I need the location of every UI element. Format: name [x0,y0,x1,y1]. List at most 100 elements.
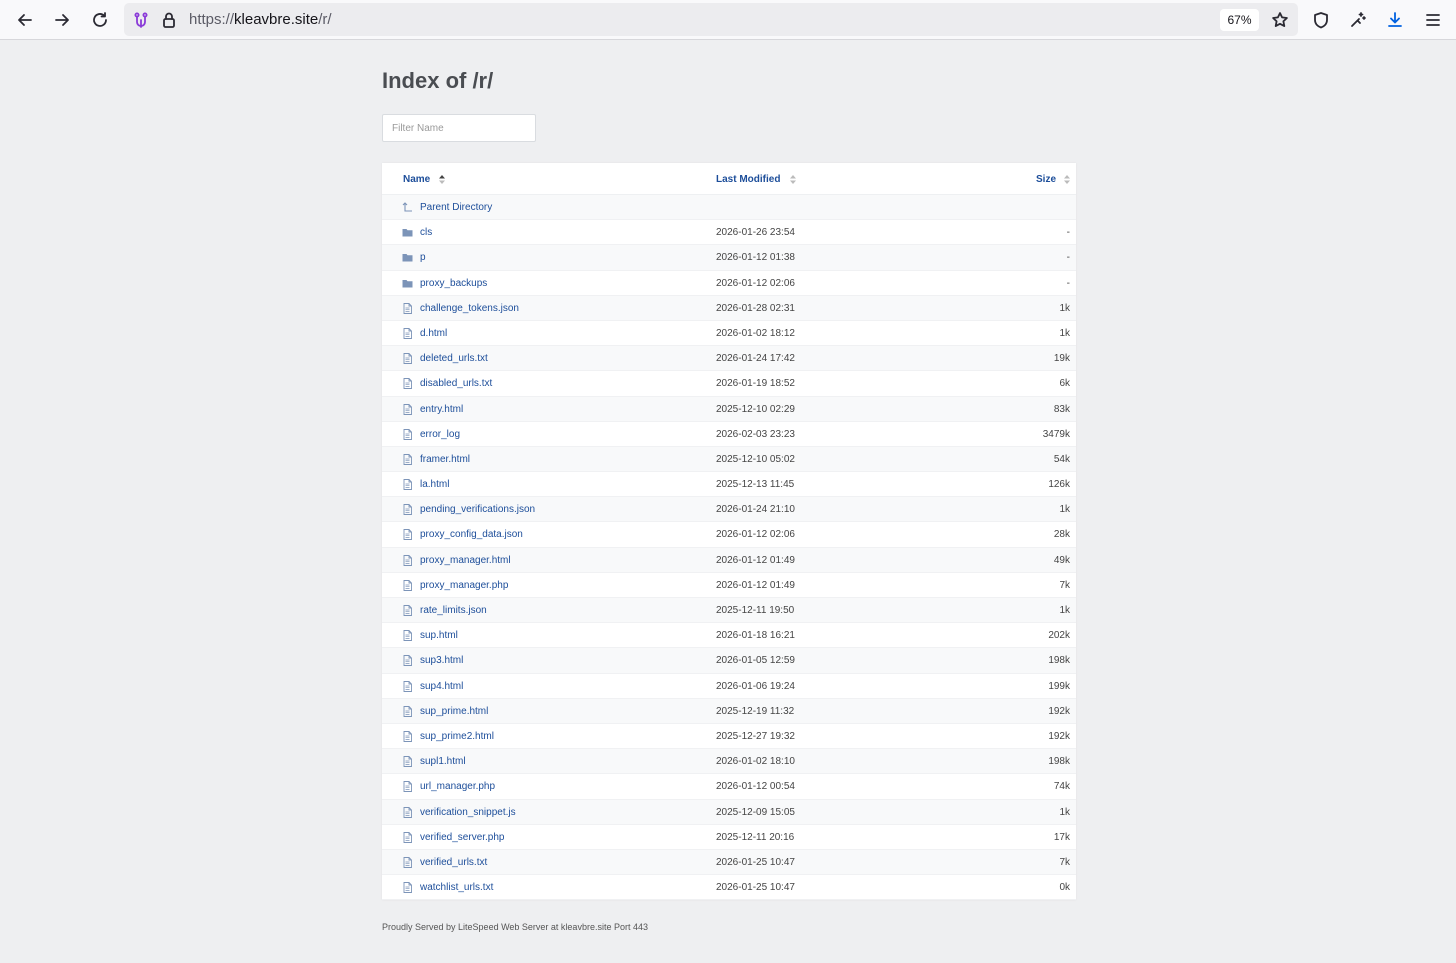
file-name-link[interactable]: d.html [420,328,447,339]
modified-date: 2026-01-25 10:47 [716,856,795,868]
file-name-link[interactable]: verified_server.php [420,832,505,843]
table-row[interactable]: d.html 2026-01-02 18:12 1k [382,321,1076,347]
table-row[interactable]: supl1.html 2026-01-02 18:10 198k [382,749,1076,775]
table-row[interactable]: sup.html 2026-01-18 16:21 202k [382,623,1076,649]
zoom-indicator[interactable]: 67% [1220,9,1259,31]
table-row[interactable]: la.html 2025-12-13 11:45 126k [382,472,1076,498]
table-row[interactable]: sup_prime2.html 2025-12-27 19:32 192k [382,724,1076,750]
file-name-link[interactable]: la.html [420,479,449,490]
file-name-link[interactable]: proxy_manager.html [420,555,511,566]
file-size: 1k [1059,806,1070,818]
file-name-link[interactable]: sup3.html [420,655,463,666]
table-row[interactable]: deleted_urls.txt 2026-01-24 17:42 19k [382,346,1076,372]
parent-directory-link[interactable]: Parent Directory [420,202,492,213]
file-name-link[interactable]: entry.html [420,404,463,415]
file-size: 28k [1053,529,1070,541]
file-name-link[interactable]: watchlist_urls.txt [420,882,493,893]
file-icon [403,856,412,868]
modified-date: 2026-01-12 02:06 [716,277,795,289]
browser-toolbar: https://kleavbre.site/r/ 67% [0,0,1456,40]
file-icon [403,630,412,642]
file-icon [403,730,412,742]
reload-icon[interactable] [87,7,113,33]
name-column-header[interactable]: Name [403,174,430,185]
table-row[interactable]: disabled_urls.txt 2026-01-19 18:52 6k [382,371,1076,397]
file-name-link[interactable]: disabled_urls.txt [420,378,492,389]
table-row[interactable]: watchlist_urls.txt 2026-01-25 10:47 0k [382,875,1076,901]
file-name-link[interactable]: proxy_config_data.json [420,529,523,540]
modified-date: 2025-12-10 02:29 [716,403,795,415]
file-name-link[interactable]: verified_urls.txt [420,857,487,868]
file-icon [403,504,412,516]
lock-icon[interactable] [156,7,182,33]
table-row[interactable]: sup4.html 2026-01-06 19:24 199k [382,674,1076,699]
file-size: 74k [1053,781,1070,793]
file-size: - [1066,277,1070,289]
listing-header: Name Last Modified Size [382,163,1076,195]
table-row[interactable]: p 2026-01-12 01:38 - [382,245,1076,271]
file-size: 198k [1048,655,1070,667]
file-name-link[interactable]: supl1.html [420,756,466,767]
file-name-link[interactable]: rate_limits.json [420,605,487,616]
modified-date: 2026-01-02 18:12 [716,327,795,339]
file-size: 19k [1053,353,1070,365]
table-row[interactable]: url_manager.php 2026-01-12 00:54 74k [382,774,1076,800]
file-name-link[interactable]: framer.html [420,454,470,465]
table-row[interactable]: cls 2026-01-26 23:54 - [382,220,1076,246]
sort-icon[interactable] [439,175,445,184]
table-row[interactable]: rate_limits.json 2025-12-11 19:50 1k [382,598,1076,624]
table-row[interactable]: proxy_manager.php 2026-01-12 01:49 7k [382,573,1076,598]
tracking-protection-icon[interactable] [128,7,154,33]
parent-arrow-icon [402,202,412,212]
file-name-link[interactable]: error_log [420,429,460,440]
modified-date: 2026-01-26 23:54 [716,227,795,239]
file-name-link[interactable]: deleted_urls.txt [420,353,488,364]
url-text[interactable]: https://kleavbre.site/r/ [189,11,332,28]
modified-date: 2025-12-13 11:45 [716,479,795,491]
table-row[interactable]: entry.html 2025-12-10 02:29 83k [382,396,1076,422]
sort-icon[interactable] [790,175,796,184]
shield-icon[interactable] [1308,7,1334,33]
table-row[interactable]: proxy_config_data.json 2026-01-12 02:06 28… [382,522,1076,548]
file-name-link[interactable]: cls [420,227,432,238]
file-name-link[interactable]: sup.html [420,630,458,641]
file-name-link[interactable]: p [420,252,426,263]
table-row[interactable]: proxy_backups 2026-01-12 02:06 - [382,271,1076,296]
table-row[interactable]: verification_snippet.js 2025-12-09 15:05 1… [382,799,1076,825]
file-name-link[interactable]: proxy_backups [420,278,487,289]
file-name-link[interactable]: sup_prime2.html [420,731,494,742]
extensions-sparkle-icon[interactable] [1345,7,1371,33]
table-row[interactable]: sup_prime.html 2025-12-19 11:32 192k [382,698,1076,724]
file-name-link[interactable]: url_manager.php [420,781,495,792]
file-size: 202k [1048,630,1070,642]
file-name-link[interactable]: pending_verifications.json [420,504,535,515]
modified-date: 2026-01-18 16:21 [716,630,795,642]
table-row[interactable]: error_log 2026-02-03 23:23 3479k [382,422,1076,447]
file-size: 49k [1053,554,1070,566]
parent-directory-row[interactable]: Parent Directory [382,195,1076,221]
file-name-link[interactable]: sup4.html [420,681,463,692]
table-row[interactable]: verified_urls.txt 2026-01-25 10:47 7k [382,849,1076,876]
file-name-link[interactable]: verification_snippet.js [420,807,516,818]
download-icon[interactable] [1382,7,1408,33]
filter-name-input[interactable] [382,114,536,142]
file-name-link[interactable]: proxy_manager.php [420,580,508,591]
table-row[interactable]: sup3.html 2026-01-05 12:59 198k [382,648,1076,674]
table-row[interactable]: framer.html 2025-12-10 05:02 54k [382,446,1076,473]
file-icon [403,680,412,692]
size-column-header[interactable]: Size [1036,174,1056,185]
forward-icon[interactable] [49,7,75,33]
table-row[interactable]: pending_verifications.json 2026-01-24 21:… [382,497,1076,523]
menu-icon[interactable] [1420,7,1446,33]
folder-icon [402,229,413,237]
last-modified-column-header[interactable]: Last Modified [716,174,780,185]
sort-icon[interactable] [1064,175,1070,184]
bookmark-star-icon[interactable] [1267,7,1293,33]
file-size: 7k [1059,856,1070,868]
table-row[interactable]: verified_server.php 2025-12-11 20:16 17k [382,825,1076,850]
file-name-link[interactable]: sup_prime.html [420,706,488,717]
table-row[interactable]: challenge_tokens.json 2026-01-28 02:31 1k [382,295,1076,321]
file-name-link[interactable]: challenge_tokens.json [420,303,519,314]
back-icon[interactable] [12,7,38,33]
table-row[interactable]: proxy_manager.html 2026-01-12 01:49 49k [382,547,1076,573]
